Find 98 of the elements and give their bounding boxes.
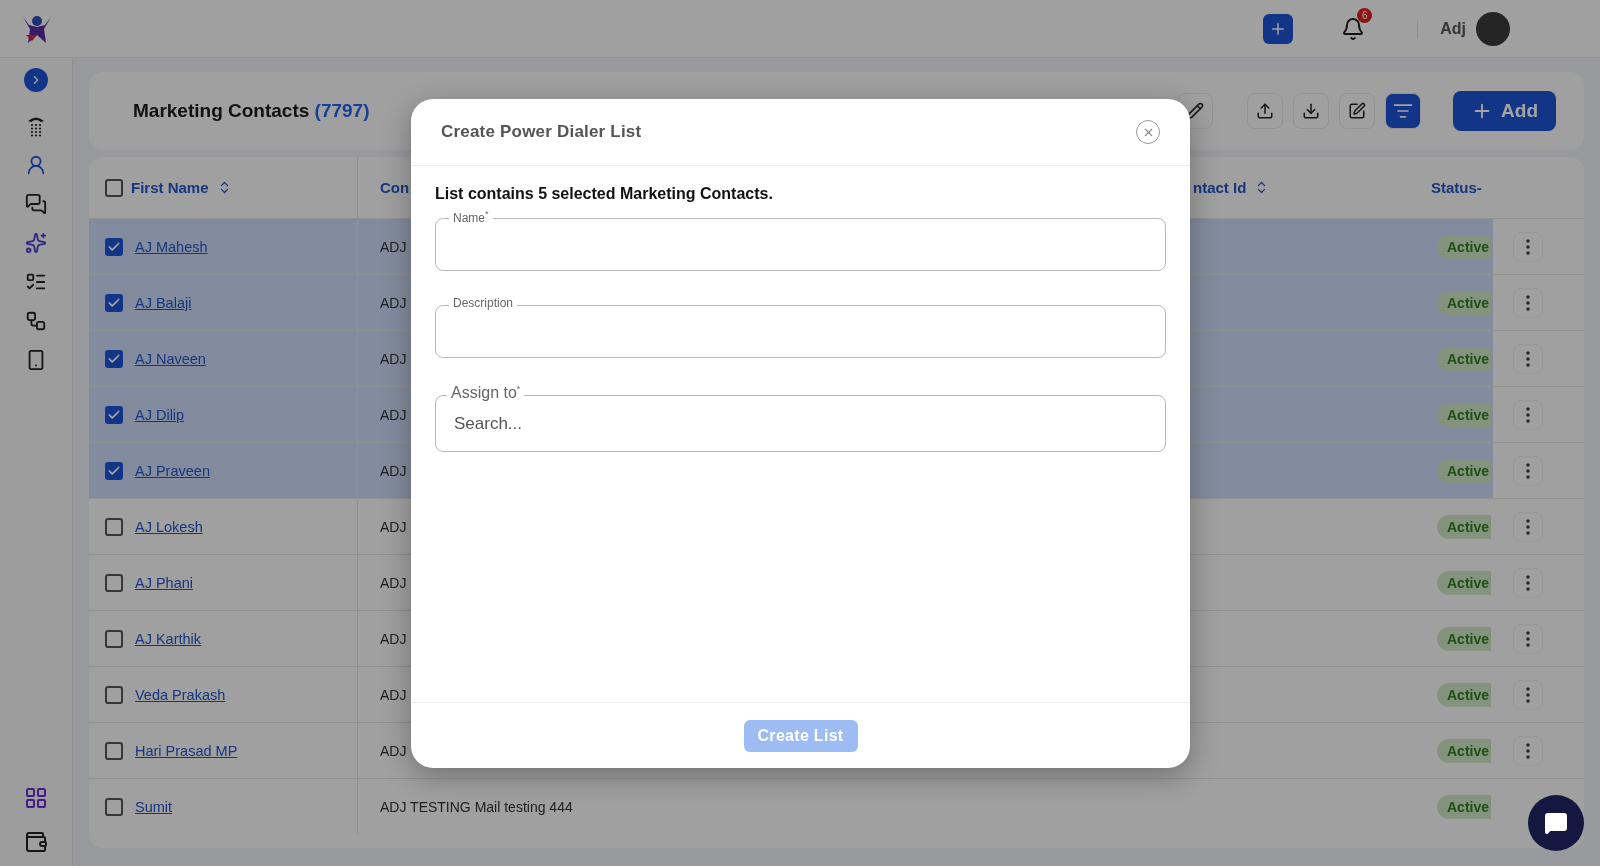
table-cell: ADJ [380, 630, 407, 647]
more-button[interactable] [1513, 679, 1543, 710]
contact-name-link[interactable]: Veda Prakash [135, 686, 226, 703]
column-header[interactable]: First Name [131, 179, 209, 196]
more-icon [1526, 462, 1530, 479]
add-button[interactable] [1263, 13, 1294, 44]
select-all-checkbox[interactable] [105, 178, 123, 197]
column-header[interactable]: Con [380, 179, 410, 196]
dialog-message: List contains 5 selected Marketing Contacts. [435, 185, 774, 203]
contact-name-link[interactable]: AJ Naveen [135, 350, 206, 367]
contact-name-link[interactable]: AJ Praveen [135, 462, 210, 479]
status-badge: Active [1437, 794, 1492, 819]
table-cell: ADJ [380, 518, 407, 535]
row-checkbox[interactable] [105, 573, 123, 592]
more-icon [1526, 406, 1530, 423]
row-checkbox[interactable] [105, 685, 123, 704]
more-button[interactable] [1513, 511, 1543, 542]
more-button[interactable] [1513, 231, 1543, 262]
table-cell: ADJ [380, 406, 407, 423]
sparkle-icon[interactable] [25, 232, 47, 254]
expand-button[interactable] [24, 68, 48, 92]
close-button[interactable] [1136, 120, 1160, 144]
row-checkbox[interactable] [105, 349, 123, 368]
table-cell: ADJ [380, 574, 407, 591]
table-cell: ADJ [380, 686, 407, 703]
upload-button[interactable] [1247, 93, 1284, 129]
apps-icon[interactable] [24, 786, 48, 810]
status-badge: Active [1437, 570, 1492, 595]
edit-square-button[interactable] [1339, 93, 1376, 129]
wallet-icon[interactable] [24, 830, 48, 854]
download-icon [1302, 102, 1321, 120]
page-title: Marketing Contacts (7797) [133, 100, 370, 122]
row-checkbox[interactable] [105, 741, 123, 760]
status-badge: Active [1437, 234, 1492, 259]
contact-name-link[interactable]: AJ Balaji [135, 294, 192, 311]
notification-count: 6 [1357, 7, 1373, 23]
contact-name-link[interactable]: AJ Dilip [135, 406, 185, 423]
dialog-title: Create Power Dialer List [441, 122, 642, 142]
more-button[interactable] [1513, 399, 1543, 430]
status-badge: Active [1437, 458, 1492, 483]
more-icon [1526, 574, 1530, 591]
more-button[interactable] [1513, 623, 1543, 654]
more-icon [1526, 742, 1530, 759]
table-cell: ADJ [380, 238, 407, 255]
table-cell: ADJ [380, 294, 407, 311]
status-badge: Active [1437, 626, 1492, 651]
contact-name-link[interactable]: AJ Karthik [135, 630, 202, 647]
row-checkbox[interactable] [105, 405, 123, 424]
add-button[interactable]: Add [1453, 91, 1556, 131]
more-icon [1526, 238, 1530, 255]
edit-icon [1348, 102, 1367, 120]
table-cell: ADJ [380, 462, 407, 479]
more-button[interactable] [1513, 567, 1543, 598]
chat-icon[interactable] [25, 193, 47, 215]
more-button[interactable] [1513, 343, 1543, 374]
more-icon [1526, 294, 1530, 311]
contact-name-link[interactable]: AJ Lokesh [135, 518, 203, 535]
column-header[interactable]: ntact Id [1193, 179, 1247, 196]
more-icon [1526, 686, 1530, 703]
more-button[interactable] [1513, 287, 1543, 318]
row-checkbox[interactable] [105, 461, 123, 480]
more-icon [1526, 518, 1530, 535]
column-header[interactable]: Status- [1431, 179, 1482, 196]
table-cell: ADJ [380, 350, 407, 367]
more-button[interactable] [1513, 735, 1543, 766]
row-checkbox[interactable] [105, 797, 123, 816]
download-button[interactable] [1293, 93, 1330, 129]
more-icon [1526, 630, 1530, 647]
status-badge: Active [1437, 402, 1492, 427]
field-label: Description [449, 297, 518, 311]
more-button[interactable] [1513, 455, 1543, 486]
phone-keypad-icon[interactable] [26, 115, 46, 137]
row-checkbox[interactable] [105, 517, 123, 536]
status-badge: Active [1437, 346, 1492, 371]
avatar[interactable] [1476, 11, 1510, 46]
row-checkbox[interactable] [105, 629, 123, 648]
row-checkbox[interactable] [105, 237, 123, 256]
filter-icon [1393, 101, 1414, 121]
contact-name-link[interactable]: Hari Prasad MP [135, 742, 238, 759]
table-cell: ADJ [380, 742, 407, 759]
status-badge: Active [1437, 514, 1492, 539]
contact-name-link[interactable]: Sumit [135, 798, 173, 815]
row-checkbox[interactable] [105, 293, 123, 312]
field-label: Assign to$^{*}$ [447, 384, 525, 402]
pencil-icon [1186, 102, 1205, 120]
workflow-icon[interactable] [25, 310, 47, 332]
contact-name-link[interactable]: AJ Mahesh [135, 238, 208, 255]
status-badge: Active [1437, 290, 1492, 315]
status-badge: Active [1437, 682, 1492, 707]
upload-icon [1256, 102, 1275, 120]
more-icon [1526, 350, 1530, 367]
user-name: Adj [1417, 19, 1466, 38]
contact-name-link[interactable]: AJ Phani [135, 574, 194, 591]
table-cell: ADJ TESTING Mail testing 444 [380, 798, 573, 815]
user-icon[interactable] [25, 154, 47, 176]
filter-button[interactable] [1385, 93, 1422, 129]
status-badge: Active [1437, 738, 1492, 763]
chat-bubble-icon [1544, 811, 1568, 835]
